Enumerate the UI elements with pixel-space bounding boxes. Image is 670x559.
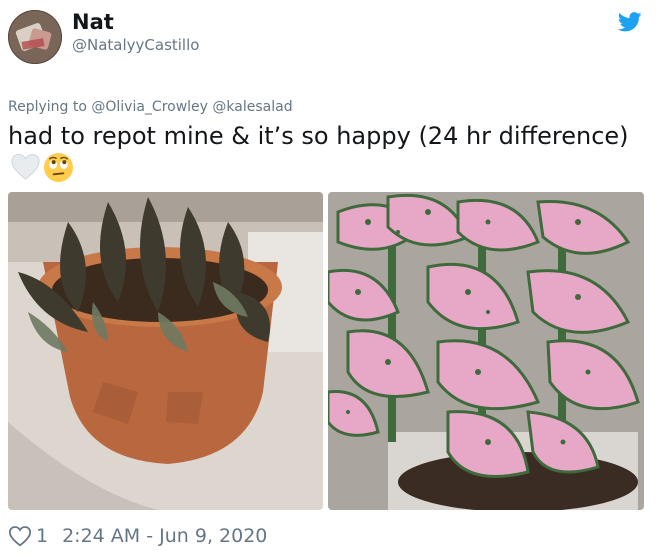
tweet-photo-before[interactable] bbox=[8, 192, 323, 510]
tweet-footer: 1 2:24 AM - Jun 9, 2020 bbox=[8, 522, 267, 550]
tweet-text: had to repot mine & it’s so happy (24 hr… bbox=[8, 122, 629, 150]
wilted-plant-image bbox=[8, 192, 323, 510]
display-name[interactable]: Nat bbox=[72, 10, 114, 34]
avatar[interactable] bbox=[8, 10, 62, 64]
replying-to: Replying to @Olivia_Crowley @kalesalad bbox=[8, 99, 293, 115]
rolling-eyes-emoji-icon bbox=[43, 152, 74, 183]
white-heart-icon bbox=[11, 153, 40, 180]
avatar-image bbox=[8, 10, 62, 64]
healthy-plant-image bbox=[328, 192, 644, 510]
twitter-bird-icon[interactable] bbox=[618, 12, 642, 32]
heart-icon[interactable] bbox=[8, 525, 32, 547]
tweet-photo-after[interactable] bbox=[328, 192, 644, 510]
tweet-timestamp[interactable]: 2:24 AM - Jun 9, 2020 bbox=[62, 525, 267, 547]
user-handle[interactable]: @NatalyyCastillo bbox=[72, 36, 199, 54]
like-count: 1 bbox=[36, 525, 49, 547]
